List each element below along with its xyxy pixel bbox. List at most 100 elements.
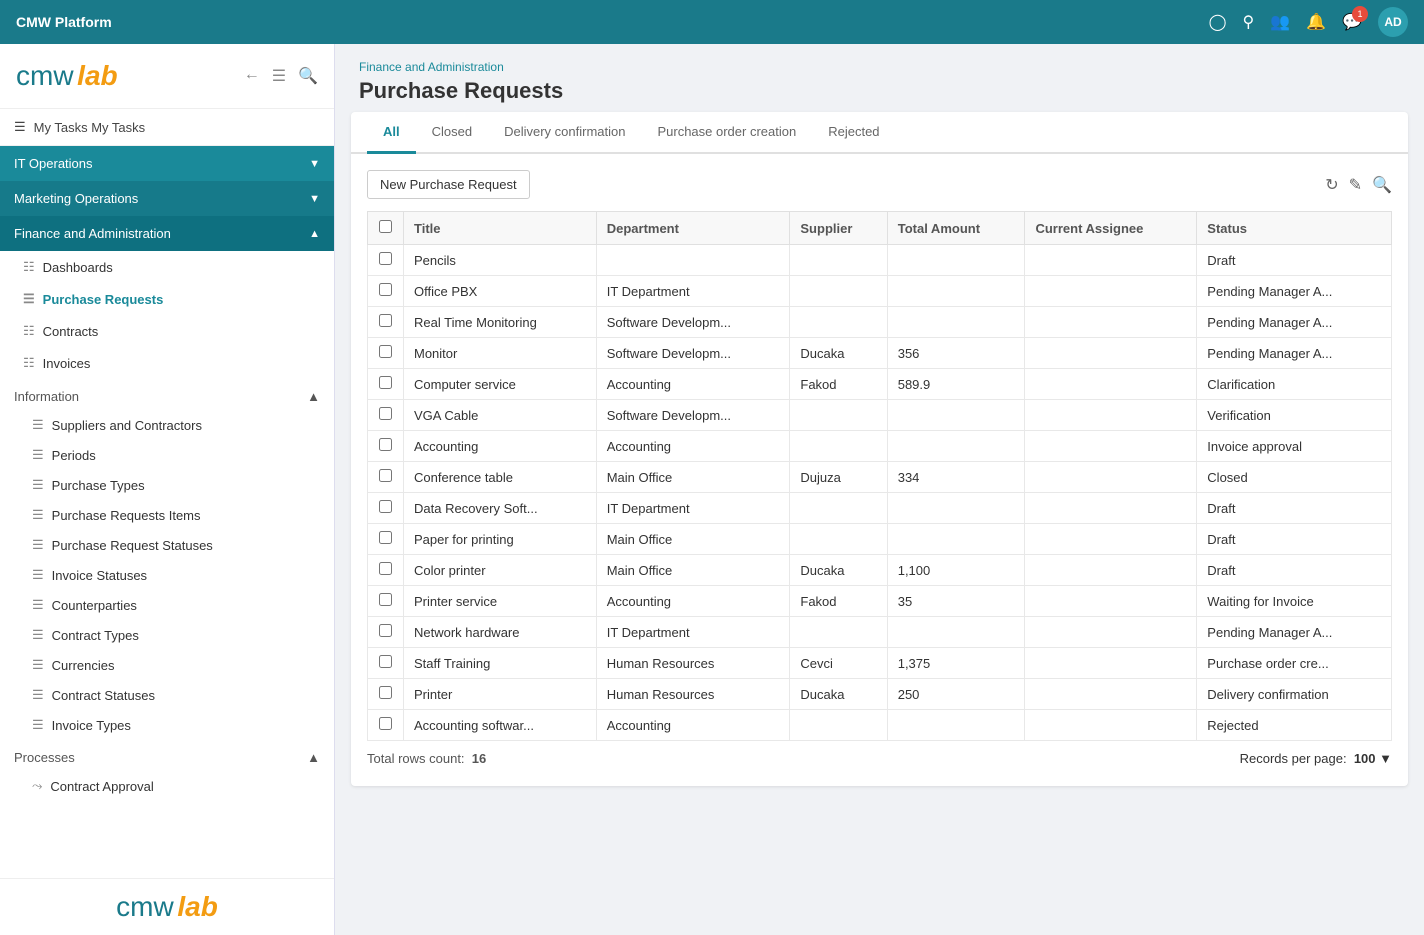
row-checkbox[interactable] bbox=[379, 593, 392, 606]
sidebar-back-icon[interactable]: ← bbox=[244, 66, 260, 86]
table-row[interactable]: Data Recovery Soft...IT DepartmentDraft bbox=[368, 493, 1392, 524]
row-checkbox[interactable] bbox=[379, 314, 392, 327]
sidebar-item-suppliers[interactable]: ☰ Suppliers and Contractors bbox=[0, 410, 334, 440]
tab-all[interactable]: All bbox=[367, 112, 416, 154]
periods-icon: ☰ bbox=[32, 447, 44, 463]
col-header-department: Department bbox=[596, 212, 790, 245]
bell-icon[interactable]: 🔔 bbox=[1306, 12, 1326, 32]
help-icon[interactable]: ◯ bbox=[1209, 12, 1227, 32]
cell-department: Main Office bbox=[596, 462, 790, 493]
cell-status: Purchase order cre... bbox=[1197, 648, 1392, 679]
row-checkbox[interactable] bbox=[379, 469, 392, 482]
cell-status: Pending Manager A... bbox=[1197, 307, 1392, 338]
cell-totalamount bbox=[887, 710, 1025, 741]
sidebar-item-contract-approval[interactable]: ⤳ Contract Approval bbox=[0, 771, 334, 801]
sidebar-item-invoice-types[interactable]: ☰ Invoice Types bbox=[0, 710, 334, 740]
records-per-page[interactable]: Records per page: 100 ▼ bbox=[1240, 751, 1392, 766]
table-row[interactable]: PrinterHuman ResourcesDucaka250Delivery … bbox=[368, 679, 1392, 710]
row-checkbox-cell bbox=[368, 648, 404, 679]
tab-delivery-confirmation[interactable]: Delivery confirmation bbox=[488, 112, 641, 154]
sidebar-section-processes[interactable]: Processes ▲ bbox=[0, 740, 334, 771]
sidebar-item-currencies[interactable]: ☰ Currencies bbox=[0, 650, 334, 680]
sidebar-tools: ← ☰ 🔍 bbox=[244, 66, 318, 86]
row-checkbox[interactable] bbox=[379, 252, 392, 265]
row-checkbox[interactable] bbox=[379, 345, 392, 358]
table-row[interactable]: Printer serviceAccountingFakod35Waiting … bbox=[368, 586, 1392, 617]
sidebar-item-dashboards[interactable]: ☷ Dashboards bbox=[0, 251, 334, 283]
sidebar-item-invoice-statuses[interactable]: ☰ Invoice Statuses bbox=[0, 560, 334, 590]
table-row[interactable]: Office PBXIT DepartmentPending Manager A… bbox=[368, 276, 1392, 307]
sidebar-item-contracts[interactable]: ☷ Contracts bbox=[0, 315, 334, 347]
row-checkbox[interactable] bbox=[379, 283, 392, 296]
sidebar-item-contract-types[interactable]: ☰ Contract Types bbox=[0, 620, 334, 650]
search-table-icon[interactable]: 🔍 bbox=[1372, 175, 1392, 195]
table-row[interactable]: Network hardwareIT DepartmentPending Man… bbox=[368, 617, 1392, 648]
sidebar-item-finance-admin[interactable]: Finance and Administration ▲ bbox=[0, 216, 334, 251]
row-checkbox[interactable] bbox=[379, 686, 392, 699]
table-row[interactable]: PencilsDraft bbox=[368, 245, 1392, 276]
sidebar-item-purchase-requests-items[interactable]: ☰ Purchase Requests Items bbox=[0, 500, 334, 530]
it-operations-chevron: ▼ bbox=[309, 158, 320, 170]
cell-totalamount bbox=[887, 400, 1025, 431]
cell-title: Computer service bbox=[404, 369, 597, 400]
sidebar-menu-icon[interactable]: ☰ bbox=[272, 66, 286, 86]
sidebar-section-information[interactable]: Information ▲ bbox=[0, 379, 334, 410]
row-checkbox[interactable] bbox=[379, 562, 392, 575]
row-checkbox[interactable] bbox=[379, 500, 392, 513]
table-row[interactable]: Staff TrainingHuman ResourcesCevci1,375P… bbox=[368, 648, 1392, 679]
contract-statuses-icon: ☰ bbox=[32, 687, 44, 703]
row-checkbox[interactable] bbox=[379, 655, 392, 668]
dashboards-icon: ☷ bbox=[23, 259, 35, 275]
avatar[interactable]: AD bbox=[1378, 7, 1408, 37]
col-header-title: Title bbox=[404, 212, 597, 245]
sidebar-item-it-operations[interactable]: IT Operations ▼ bbox=[0, 146, 334, 181]
row-checkbox[interactable] bbox=[379, 624, 392, 637]
chat-icon[interactable]: 💬 1 bbox=[1342, 12, 1362, 32]
cell-supplier: Dujuza bbox=[790, 462, 887, 493]
sidebar-item-invoices[interactable]: ☷ Invoices bbox=[0, 347, 334, 379]
cell-status: Draft bbox=[1197, 493, 1392, 524]
row-checkbox-cell bbox=[368, 462, 404, 493]
table-row[interactable]: Real Time MonitoringSoftware Developm...… bbox=[368, 307, 1392, 338]
contracts-icon: ☷ bbox=[23, 323, 35, 339]
sidebar-item-periods[interactable]: ☰ Periods bbox=[0, 440, 334, 470]
sidebar-search-icon[interactable]: 🔍 bbox=[298, 66, 318, 86]
cell-status: Delivery confirmation bbox=[1197, 679, 1392, 710]
table-row[interactable]: Paper for printingMain OfficeDraft bbox=[368, 524, 1392, 555]
tab-closed[interactable]: Closed bbox=[416, 112, 488, 154]
new-purchase-request-button[interactable]: New Purchase Request bbox=[367, 170, 530, 199]
logo-lab: lab bbox=[77, 60, 117, 92]
tab-purchase-order-creation[interactable]: Purchase order creation bbox=[641, 112, 812, 154]
marketing-operations-chevron: ▼ bbox=[309, 193, 320, 205]
cell-currentassignee bbox=[1025, 369, 1197, 400]
refresh-icon[interactable]: ↻ bbox=[1325, 175, 1338, 195]
row-checkbox[interactable] bbox=[379, 407, 392, 420]
cell-title: Real Time Monitoring bbox=[404, 307, 597, 338]
users-icon[interactable]: 👥 bbox=[1270, 12, 1290, 32]
sidebar-item-contract-statuses[interactable]: ☰ Contract Statuses bbox=[0, 680, 334, 710]
breadcrumb[interactable]: Finance and Administration bbox=[359, 60, 1400, 74]
search-icon[interactable]: ⚲ bbox=[1243, 12, 1255, 32]
row-checkbox[interactable] bbox=[379, 717, 392, 730]
sidebar-item-my-tasks[interactable]: ☰ My Tasks My Tasks bbox=[0, 109, 334, 146]
sidebar-item-marketing-operations[interactable]: Marketing Operations ▼ bbox=[0, 181, 334, 216]
table-row[interactable]: Conference tableMain OfficeDujuza334Clos… bbox=[368, 462, 1392, 493]
tab-rejected[interactable]: Rejected bbox=[812, 112, 895, 154]
top-nav: CMW Platform ◯ ⚲ 👥 🔔 💬 1 AD bbox=[0, 0, 1424, 44]
table-row[interactable]: Accounting softwar...AccountingRejected bbox=[368, 710, 1392, 741]
table-row[interactable]: VGA CableSoftware Developm...Verificatio… bbox=[368, 400, 1392, 431]
sidebar-item-purchase-types[interactable]: ☰ Purchase Types bbox=[0, 470, 334, 500]
sidebar-item-purchase-request-statuses[interactable]: ☰ Purchase Request Statuses bbox=[0, 530, 334, 560]
row-checkbox[interactable] bbox=[379, 531, 392, 544]
table-row[interactable]: MonitorSoftware Developm...Ducaka356Pend… bbox=[368, 338, 1392, 369]
sidebar-item-counterparties[interactable]: ☰ Counterparties bbox=[0, 590, 334, 620]
sidebar-item-purchase-requests[interactable]: ☰ Purchase Requests bbox=[0, 283, 334, 315]
row-checkbox[interactable] bbox=[379, 376, 392, 389]
table-row[interactable]: Computer serviceAccountingFakod589.9Clar… bbox=[368, 369, 1392, 400]
select-all-checkbox[interactable] bbox=[379, 220, 392, 233]
row-checkbox[interactable] bbox=[379, 438, 392, 451]
table-row[interactable]: Color printerMain OfficeDucaka1,100Draft bbox=[368, 555, 1392, 586]
table-row[interactable]: AccountingAccountingInvoice approval bbox=[368, 431, 1392, 462]
edit-icon[interactable]: ✎ bbox=[1349, 175, 1362, 195]
purchase-requests-items-label: Purchase Requests Items bbox=[52, 508, 201, 523]
